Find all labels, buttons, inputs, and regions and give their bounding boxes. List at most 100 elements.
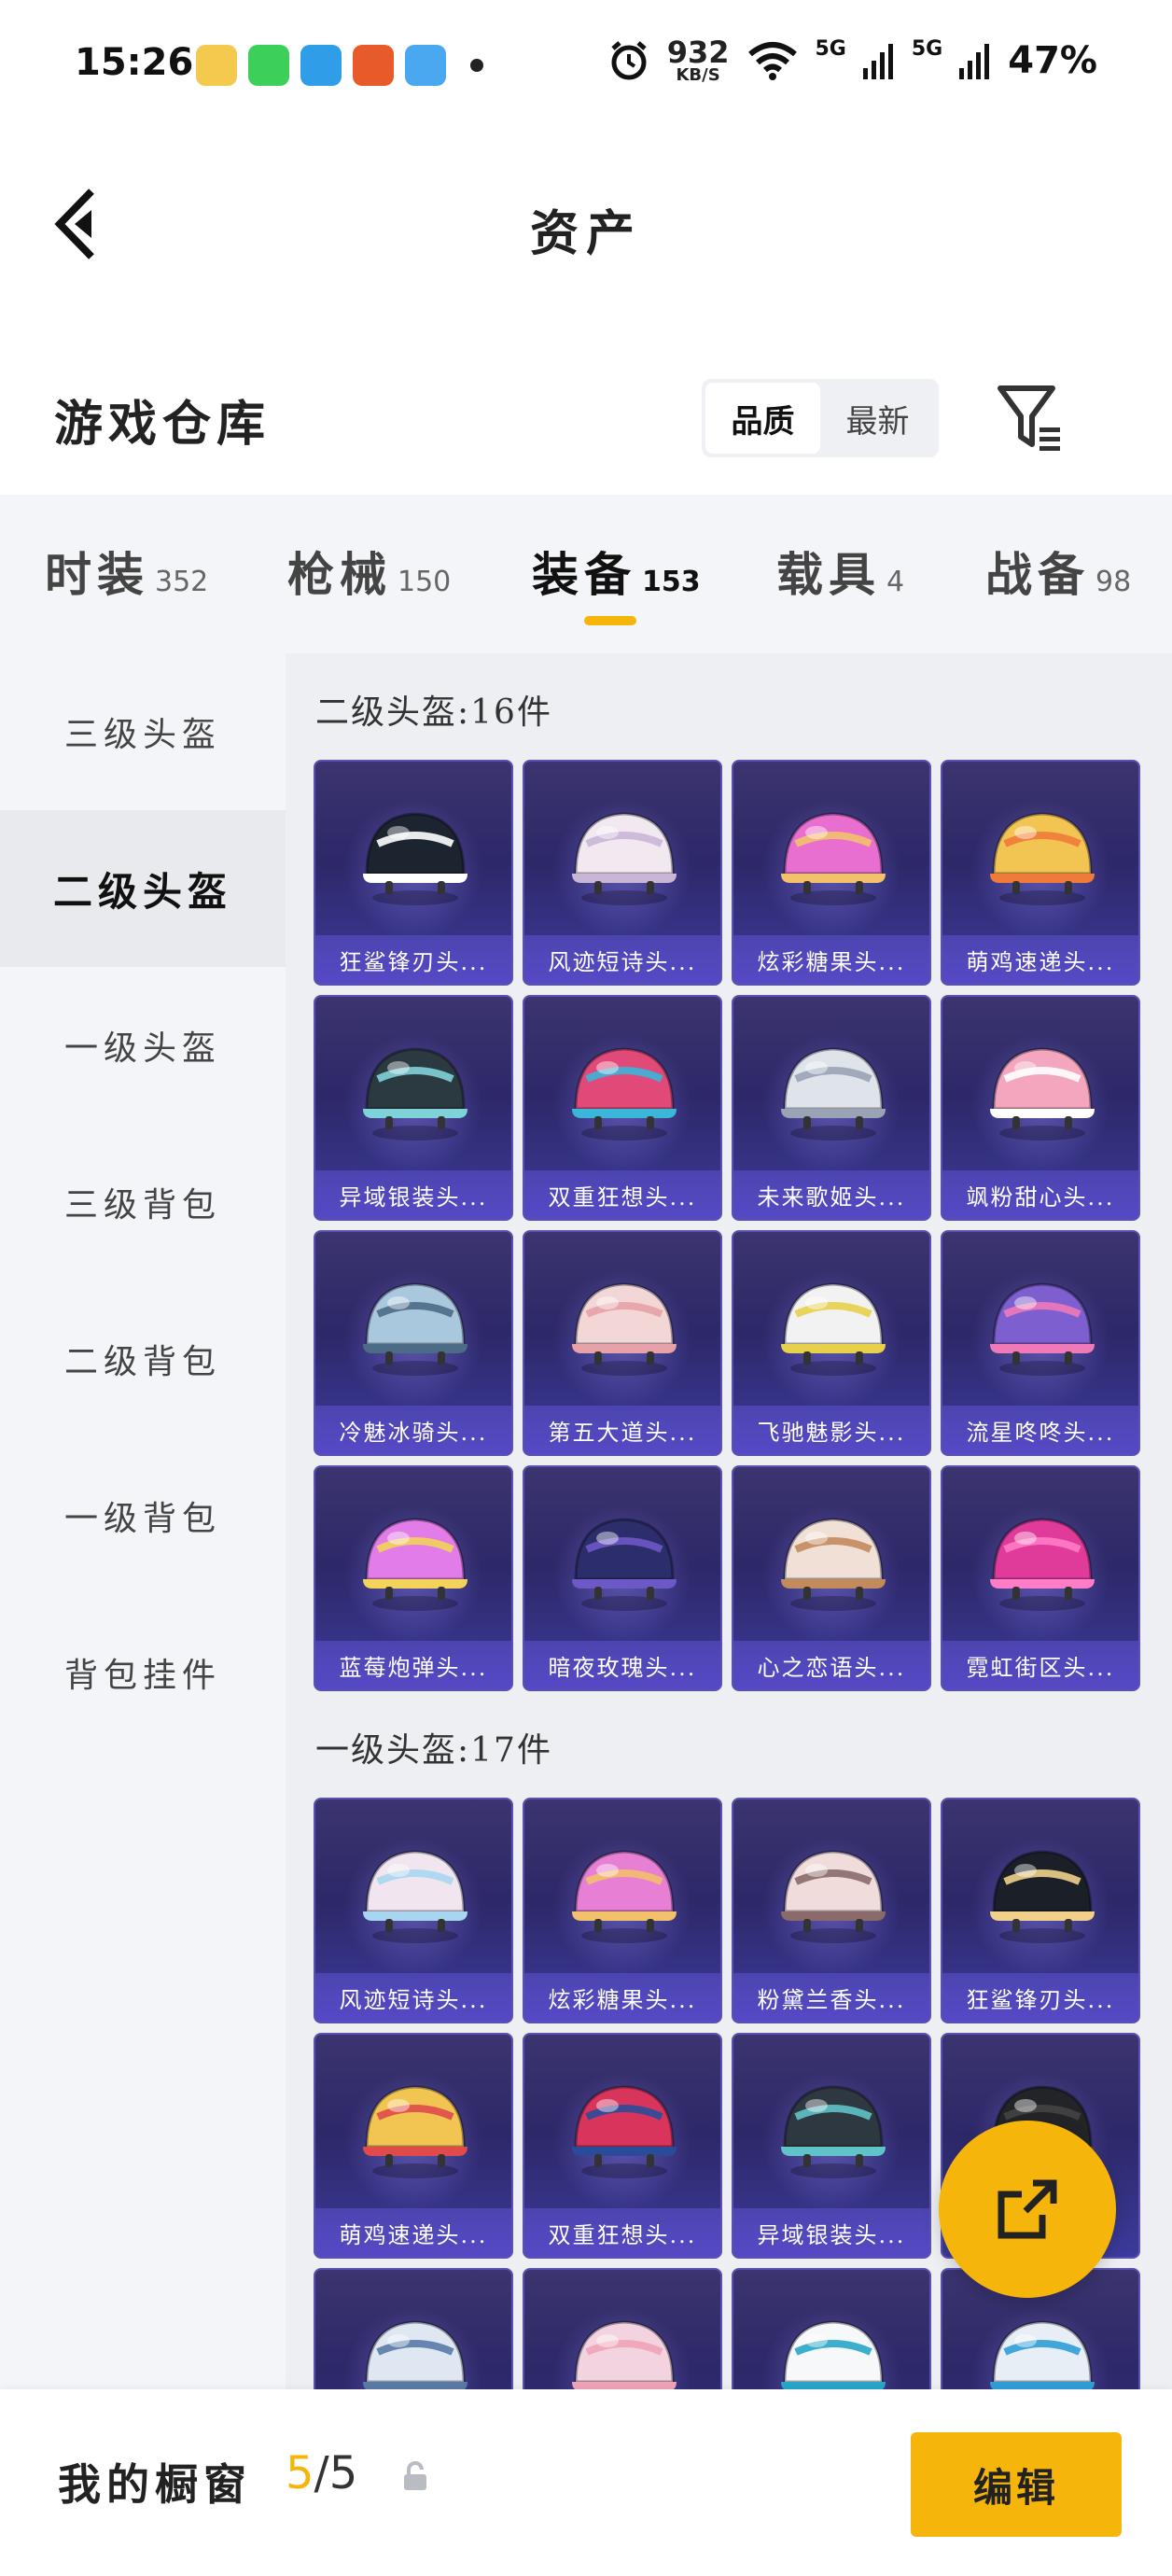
- sidebar-item-level2-backpack[interactable]: 二级背包: [0, 1281, 286, 1437]
- tab-label: 载具: [776, 547, 881, 602]
- wifi-icon: [747, 42, 797, 80]
- item-card-label: 狂鲨锋刃头...: [315, 935, 511, 984]
- tab-weapons[interactable]: 枪械 150: [287, 538, 451, 605]
- tab-equipment[interactable]: 装备 153: [532, 538, 701, 605]
- helmet-icon: [363, 812, 467, 905]
- helmet-icon: [572, 812, 677, 905]
- item-card[interactable]: 暗夜玫瑰头...: [523, 1465, 722, 1691]
- helmet-icon: [781, 1282, 886, 1376]
- sort-newest-option[interactable]: 最新: [820, 383, 935, 454]
- item-grid: 狂鲨锋刃头... 风迹短诗头... 炫彩糖果头... 萌鸡速递头... 异域银装头...…: [314, 760, 1144, 1691]
- active-tab-indicator: [584, 616, 636, 625]
- more-notifications-dot: [470, 59, 483, 72]
- item-card[interactable]: 飞驰魅影头...: [732, 1230, 931, 1456]
- item-card[interactable]: 萌鸡速递头...: [314, 2033, 513, 2259]
- cloud-app-icon: [405, 45, 446, 86]
- showcase-count-current: 5: [286, 2447, 314, 2499]
- item-card[interactable]: 第五大道头...: [523, 1230, 722, 1456]
- tab-label: 战备: [985, 547, 1090, 602]
- helmet-icon: [363, 1047, 467, 1141]
- item-card[interactable]: 萌鸡速递头...: [941, 760, 1140, 986]
- page-title: 资产: [529, 205, 642, 262]
- share-button[interactable]: [939, 2121, 1116, 2298]
- tab-label: 时装: [45, 547, 149, 602]
- item-card-label: 第五大道头...: [524, 1406, 720, 1454]
- item-card[interactable]: 冷魅冰骑头...: [314, 1230, 513, 1456]
- item-card[interactable]: 流星咚咚头...: [941, 1230, 1140, 1456]
- helmet-icon: [781, 2320, 886, 2389]
- helmet-icon: [363, 2320, 467, 2389]
- sort-quality-option[interactable]: 品质: [705, 383, 820, 454]
- item-card[interactable]: [523, 2268, 722, 2389]
- item-card-label: 异域银装头...: [315, 1170, 511, 1219]
- helmet-icon: [572, 2085, 677, 2178]
- tab-vehicles[interactable]: 载具 4: [776, 538, 904, 605]
- status-app-icons: [196, 45, 483, 86]
- item-card[interactable]: 炫彩糖果头...: [523, 1798, 722, 2023]
- helmet-icon: [363, 1850, 467, 1943]
- sidebar-item-level3-backpack[interactable]: 三级背包: [0, 1124, 286, 1281]
- filter-button[interactable]: [997, 383, 1064, 454]
- item-card[interactable]: 炫彩糖果头...: [732, 760, 931, 986]
- helmet-icon: [363, 1282, 467, 1376]
- helmet-icon: [572, 1282, 677, 1376]
- helmet-icon: [990, 1047, 1095, 1141]
- helmet-icon: [781, 812, 886, 905]
- item-card-label: 双重狂想头...: [524, 1170, 720, 1219]
- item-card-label: 炫彩糖果头...: [524, 1973, 720, 2022]
- sort-toggle: 品质 最新: [702, 379, 939, 457]
- item-card-label: 炫彩糖果头...: [733, 935, 929, 984]
- item-card-label: 蓝莓炮弹头...: [315, 1641, 511, 1689]
- item-card[interactable]: 双重狂想头...: [523, 995, 722, 1221]
- item-card[interactable]: 飒粉甜心头...: [941, 995, 1140, 1221]
- item-card[interactable]: 蓝莓炮弹头...: [314, 1465, 513, 1691]
- helmet-icon: [990, 812, 1095, 905]
- item-card-label: 未来歌姬头...: [733, 1170, 929, 1219]
- sidebar-item-level1-backpack[interactable]: 一级背包: [0, 1437, 286, 1594]
- item-card-label: 风迹短诗头...: [315, 1973, 511, 2022]
- item-card-label: 萌鸡速递头...: [315, 2208, 511, 2257]
- item-card[interactable]: 未来歌姬头...: [732, 995, 931, 1221]
- item-card-label: 心之恋语头...: [733, 1641, 929, 1689]
- helmet-icon: [572, 1518, 677, 1611]
- edit-button[interactable]: 编辑: [911, 2432, 1122, 2537]
- item-card[interactable]: 心之恋语头...: [732, 1465, 931, 1691]
- item-card[interactable]: 霓虹街区头...: [941, 1465, 1140, 1691]
- sidebar-item-level2-helmet[interactable]: 二级头盔: [0, 810, 286, 967]
- tab-battle-gear[interactable]: 战备 98: [985, 538, 1131, 605]
- item-card-label: 粉黛兰香头...: [733, 1973, 929, 2022]
- item-card[interactable]: 风迹短诗头...: [314, 1798, 513, 2023]
- message-app-icon: [248, 45, 289, 86]
- share-icon: [998, 2179, 1057, 2239]
- item-card-label: 风迹短诗头...: [524, 935, 720, 984]
- item-card[interactable]: 风迹短诗头...: [523, 760, 722, 986]
- status-indicators: 932 KB/S 5G 5G 47%: [607, 37, 1097, 84]
- tab-fashion[interactable]: 时装 352: [45, 538, 208, 605]
- item-card[interactable]: 粉黛兰香头...: [732, 1798, 931, 2023]
- sidebar-item-backpack-pendant[interactable]: 背包挂件: [0, 1594, 286, 1751]
- sidebar-item-level1-helmet[interactable]: 一级头盔: [0, 967, 286, 1124]
- signal-label-1: 5G: [815, 37, 846, 61]
- item-card[interactable]: 狂鲨锋刃头...: [314, 760, 513, 986]
- item-card-label: 流星咚咚头...: [942, 1406, 1138, 1454]
- helmet-icon: [781, 1850, 886, 1943]
- helmet-icon: [781, 1518, 886, 1611]
- item-card[interactable]: [314, 2268, 513, 2389]
- showcase-bar: 我的橱窗 5/5 编辑: [0, 2389, 1172, 2576]
- item-card-label: 双重狂想头...: [524, 2208, 720, 2257]
- navigation-app-icon: [300, 45, 342, 86]
- filter-icon: [998, 385, 1060, 451]
- status-time: 15:26: [75, 41, 194, 84]
- helmet-icon: [990, 2320, 1095, 2389]
- item-card[interactable]: 异域银装头...: [314, 995, 513, 1221]
- item-card[interactable]: 异域银装头...: [732, 2033, 931, 2259]
- item-card[interactable]: 狂鲨锋刃头...: [941, 1798, 1140, 2023]
- shopping-app-icon: [353, 45, 394, 86]
- sidebar-item-level3-helmet[interactable]: 三级头盔: [0, 653, 286, 810]
- item-card[interactable]: 双重狂想头...: [523, 2033, 722, 2259]
- network-speed-value: 932: [666, 35, 730, 70]
- helmet-icon: [363, 1518, 467, 1611]
- showcase-title: 我的橱窗: [58, 2459, 252, 2510]
- item-card[interactable]: [732, 2268, 931, 2389]
- category-tabs: 时装 352 枪械 150 装备 153 载具 4 战备 98: [0, 495, 1172, 653]
